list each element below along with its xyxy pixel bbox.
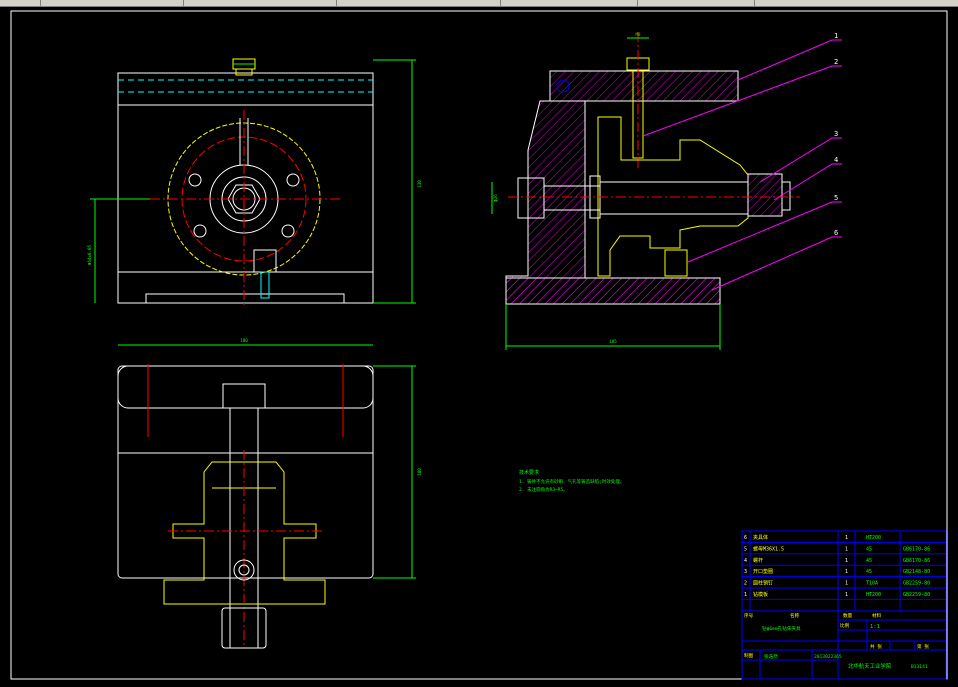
dim-side-height: 130 [417, 180, 422, 188]
bom-material: HT200 [866, 535, 881, 541]
top-view-body [117, 365, 374, 579]
tb-class-code: B13141 [911, 664, 928, 670]
dim-section-width: 185 [609, 339, 617, 344]
bom-material: 45 [866, 569, 872, 575]
drill-plate [549, 70, 739, 102]
bom-no: 3 [744, 569, 747, 575]
tb-designer-label: 制图 [744, 652, 754, 659]
dim-section-bore: Φ26 [493, 194, 498, 202]
bom-qty: 1 [845, 535, 848, 541]
bom-std: GB2148-80 [903, 569, 930, 575]
tb-date: 2013022365 [814, 654, 842, 660]
bolt-hole [281, 224, 295, 238]
bom-no: 5 [744, 546, 747, 552]
cad-drawing-canvas: 130 Φ64±0.05 180 100 M8 Φ26 185 1 2 3 4 … [0, 0, 958, 683]
bom-std: GB2259-80 [903, 592, 930, 598]
bom-name: 夹具体 [753, 534, 768, 541]
locating-pin-side [664, 249, 688, 277]
base-plate [505, 277, 721, 305]
tb-h-no: 序号 [744, 612, 754, 619]
title-bar-divider [336, 0, 337, 6]
leader-line-6 [711, 236, 842, 291]
screw-rod [599, 181, 749, 215]
bom-material: T10A [866, 581, 878, 587]
bom-qty: 1 [845, 592, 848, 598]
leader-label-4: 4 [834, 156, 838, 164]
bom-name: 螺杆 [753, 557, 763, 564]
tb-scale: 1:1 [870, 624, 880, 630]
title-block: 6 夹具体 1 HT200 5 螺母M36X1.5 1 45 GB6170-86 4 螺杆 1 45 GB… [741, 530, 947, 680]
tb-designer: 张浩然 [764, 653, 778, 660]
title-bar-divider [500, 0, 501, 6]
technical-notes: 技术要求 1. 铸件不允许有砂眼、气孔等铸造缺陷;时效处理。 2. 未注圆角为R… [519, 469, 624, 493]
title-bar [0, 0, 958, 7]
leader-label-1: 1 [834, 32, 838, 40]
leader-label-3: 3 [834, 130, 838, 138]
bom-name: 螺母M36X1.5 [753, 545, 784, 552]
locating-pin [253, 249, 277, 273]
bom-no: 2 [744, 581, 747, 587]
bolt-hole [286, 173, 300, 187]
leader-label-5: 5 [834, 194, 838, 202]
tb-sheet2-label: 第 张 [917, 643, 929, 650]
bom-std: GB6170-86 [903, 546, 930, 552]
bom-qty: 1 [845, 546, 848, 552]
front-view: 130 Φ64±0.05 [87, 58, 422, 305]
nut-right-cap [781, 181, 791, 211]
dim-bottom-width: 180 [240, 338, 248, 343]
nut-right [747, 173, 783, 217]
leader-line-1 [737, 39, 842, 81]
bom-material: HT200 [866, 592, 881, 598]
bom-no: 1 [744, 592, 747, 598]
top-screw-shank [235, 68, 253, 76]
bom-name: 钻模板 [753, 591, 768, 598]
tb-h-name: 名称 [790, 612, 800, 619]
screw-head-top [222, 383, 266, 409]
bom-std: GB2259-80 [903, 581, 930, 587]
fixture-body [505, 100, 721, 305]
notes-title: 技术要求 [519, 469, 539, 476]
leader-label-6: 6 [834, 229, 838, 237]
title-bar-divider [754, 0, 755, 6]
bolt-hole [188, 173, 202, 187]
title-bar-divider [637, 0, 638, 6]
bom-std: GB6170-86 [903, 558, 930, 564]
section-view: M8 Φ26 185 123456 [491, 32, 842, 350]
title-bar-divider [40, 0, 41, 6]
drawing-svg: 130 Φ64±0.05 180 100 M8 Φ26 185 123456 技… [10, 10, 948, 680]
tb-sheet-label: 共 张 [870, 643, 882, 650]
bom-material: 45 [866, 546, 872, 552]
top-view: 180 100 [117, 338, 422, 649]
tb-scale-label: 比例 [840, 622, 850, 629]
title-bar-divider [183, 0, 184, 6]
notes-line-2: 2. 未注圆角为R3~R5。 [519, 486, 568, 493]
tb-h-material: 材料 [872, 612, 882, 619]
bom-name: 圆柱销钉 [753, 580, 773, 587]
bolt-hole [193, 224, 207, 238]
top-view-slot [117, 365, 374, 409]
notes-line-1: 1. 铸件不允许有砂眼、气孔等铸造缺陷;时效处理。 [519, 478, 624, 485]
tb-school: 北华航天工业学院 [848, 662, 892, 670]
bom-qty: 1 [845, 558, 848, 564]
dim-bottom-height: 100 [417, 468, 422, 476]
bom-no: 4 [744, 558, 747, 564]
leader-label-2: 2 [834, 58, 838, 66]
dim-bore: Φ64±0.05 [87, 244, 92, 265]
bom-no: 6 [744, 535, 747, 541]
bom-material: 45 [866, 558, 872, 564]
bom-qty: 1 [845, 581, 848, 587]
tb-h-qty: 数量 [843, 612, 853, 619]
front-base-slot [145, 293, 345, 304]
bom-qty: 1 [845, 569, 848, 575]
tb-drawing-name: 钻ф6mm孔钻床夹具 [762, 625, 801, 632]
dim-top-fit: M8 [635, 32, 641, 37]
bom-name: 开口垫圈 [753, 568, 773, 575]
